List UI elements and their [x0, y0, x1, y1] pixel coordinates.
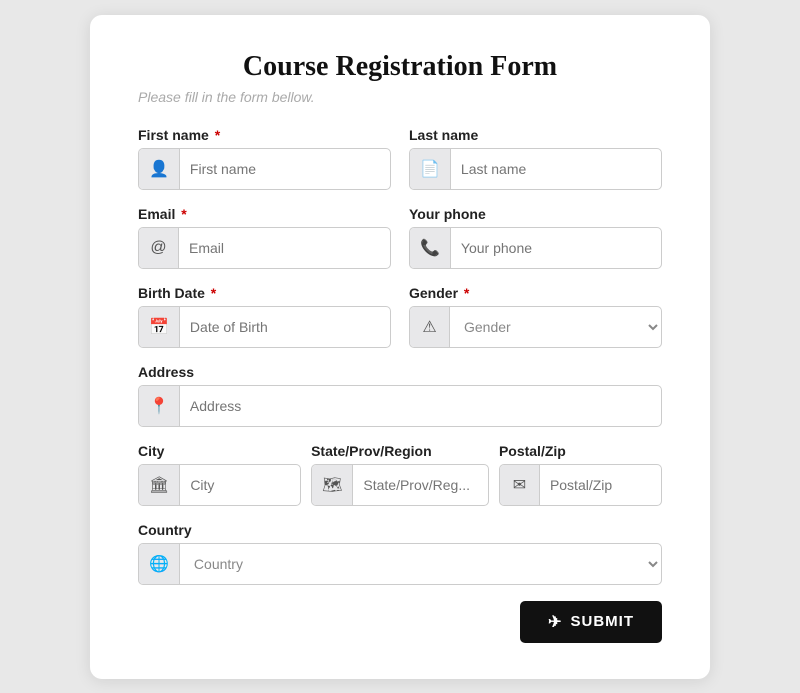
first-name-label: First name *: [138, 127, 391, 143]
email-required: *: [177, 206, 186, 222]
state-group: State/Prov/Region 🗺: [311, 443, 489, 506]
email-input[interactable]: [179, 228, 390, 268]
country-select[interactable]: Country United States Canada United King…: [180, 544, 661, 584]
first-name-input[interactable]: [180, 149, 390, 189]
state-input-wrapper: 🗺: [311, 464, 489, 506]
envelope-icon: ✉: [500, 465, 540, 505]
send-icon: ✈: [548, 612, 562, 632]
gender-select[interactable]: Gender Male Female Other: [450, 307, 661, 347]
phone-icon: 📞: [410, 228, 451, 268]
submit-row: ✈ SUBMIT: [138, 601, 662, 643]
birth-gender-row: Birth Date * 📅 Gender * ⚠ Gender Male Fe…: [138, 285, 662, 348]
email-label: Email *: [138, 206, 391, 222]
map-icon: 🗺: [312, 465, 353, 505]
first-name-input-wrapper: 👤: [138, 148, 391, 190]
first-name-group: First name * 👤: [138, 127, 391, 190]
address-group: Address 📍: [138, 364, 662, 427]
gender-required: *: [460, 285, 469, 301]
last-name-group: Last name 📄: [409, 127, 662, 190]
last-name-input-wrapper: 📄: [409, 148, 662, 190]
location-icon: 📍: [139, 386, 180, 426]
name-row: First name * 👤 Last name 📄: [138, 127, 662, 190]
address-label: Address: [138, 364, 662, 380]
country-select-wrapper: 🌐 Country United States Canada United Ki…: [138, 543, 662, 585]
postal-label: Postal/Zip: [499, 443, 662, 459]
birth-date-label: Birth Date *: [138, 285, 391, 301]
postal-input[interactable]: [540, 465, 661, 505]
birth-date-group: Birth Date * 📅: [138, 285, 391, 348]
at-icon: @: [139, 228, 179, 268]
phone-label: Your phone: [409, 206, 662, 222]
email-phone-row: Email * @ Your phone 📞: [138, 206, 662, 269]
state-input[interactable]: [353, 465, 488, 505]
email-group: Email * @: [138, 206, 391, 269]
city-input-wrapper: 🏛: [138, 464, 301, 506]
submit-button[interactable]: ✈ SUBMIT: [520, 601, 662, 643]
last-name-label: Last name: [409, 127, 662, 143]
postal-input-wrapper: ✉: [499, 464, 662, 506]
building-icon: 🏛: [139, 465, 180, 505]
person-icon: 👤: [139, 149, 180, 189]
birth-date-input[interactable]: [180, 307, 390, 347]
form-title: Course Registration Form: [138, 51, 662, 83]
address-input[interactable]: [180, 386, 661, 426]
id-card-icon: 📄: [410, 149, 451, 189]
city-label: City: [138, 443, 301, 459]
city-input[interactable]: [180, 465, 300, 505]
country-group: Country 🌐 Country United States Canada U…: [138, 522, 662, 585]
birth-required: *: [207, 285, 216, 301]
registration-form-card: Course Registration Form Please fill in …: [90, 15, 710, 679]
last-name-input[interactable]: [451, 149, 661, 189]
gender-label: Gender *: [409, 285, 662, 301]
address-row: Address 📍: [138, 364, 662, 427]
address-input-wrapper: 📍: [138, 385, 662, 427]
form-subtitle: Please fill in the form bellow.: [138, 89, 662, 105]
postal-group: Postal/Zip ✉: [499, 443, 662, 506]
email-input-wrapper: @: [138, 227, 391, 269]
country-label: Country: [138, 522, 662, 538]
gender-icon: ⚠: [410, 307, 450, 347]
state-label: State/Prov/Region: [311, 443, 489, 459]
phone-input-wrapper: 📞: [409, 227, 662, 269]
phone-input[interactable]: [451, 228, 661, 268]
city-group: City 🏛: [138, 443, 301, 506]
phone-group: Your phone 📞: [409, 206, 662, 269]
birth-date-input-wrapper: 📅: [138, 306, 391, 348]
calendar-icon: 📅: [139, 307, 180, 347]
gender-select-wrapper: ⚠ Gender Male Female Other: [409, 306, 662, 348]
first-name-required: *: [211, 127, 220, 143]
city-state-postal-row: City 🏛 State/Prov/Region 🗺 Postal/Zip ✉: [138, 443, 662, 506]
country-row: Country 🌐 Country United States Canada U…: [138, 522, 662, 585]
submit-label: SUBMIT: [571, 613, 635, 630]
globe-icon: 🌐: [139, 544, 180, 584]
gender-group: Gender * ⚠ Gender Male Female Other: [409, 285, 662, 348]
